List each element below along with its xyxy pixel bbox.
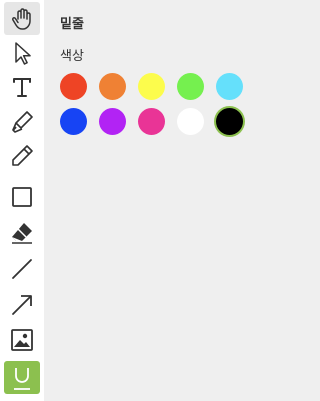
color-section-label: 색상 (60, 49, 84, 64)
cursor-arrow-icon (15, 41, 31, 65)
rectangle-icon (12, 186, 32, 207)
color-swatch-cyan[interactable] (216, 73, 243, 100)
underline-options-panel: 밑줄 색상 (44, 0, 259, 401)
rectangle-tool-button[interactable] (4, 180, 40, 213)
color-swatch-orange[interactable] (99, 73, 126, 100)
eraser-tool-button[interactable] (4, 216, 40, 249)
color-swatch-purple[interactable] (99, 108, 126, 135)
image-icon (11, 328, 33, 351)
eraser-icon (12, 222, 32, 244)
color-swatch-blue[interactable] (60, 108, 87, 135)
tool-sidebar (0, 0, 44, 401)
image-tool-button[interactable] (4, 323, 40, 356)
hand-tool-button[interactable] (4, 2, 40, 35)
color-swatch-yellow[interactable] (138, 73, 165, 100)
color-swatch-white[interactable] (177, 108, 204, 135)
hand-icon (12, 7, 31, 30)
panel-title: 밑줄 (60, 17, 84, 32)
color-swatch-green[interactable] (177, 73, 204, 100)
text-tool-button[interactable] (4, 70, 40, 103)
text-t-icon (13, 77, 31, 97)
color-swatch-pink[interactable] (138, 108, 165, 135)
pencil-tool-button[interactable] (4, 139, 40, 172)
marker-icon (12, 110, 33, 133)
marker-tool-button[interactable] (4, 105, 40, 138)
underline-icon (14, 367, 30, 390)
line-tool-button[interactable] (4, 252, 40, 285)
line-icon (12, 258, 32, 279)
arrow-icon (12, 294, 32, 315)
arrow-tool-button[interactable] (4, 288, 40, 321)
select-tool-button[interactable] (4, 36, 40, 69)
pencil-icon (12, 144, 33, 166)
color-swatch-black[interactable] (216, 108, 243, 135)
underline-tool-button[interactable] (4, 361, 40, 394)
color-swatch-red[interactable] (60, 73, 87, 100)
